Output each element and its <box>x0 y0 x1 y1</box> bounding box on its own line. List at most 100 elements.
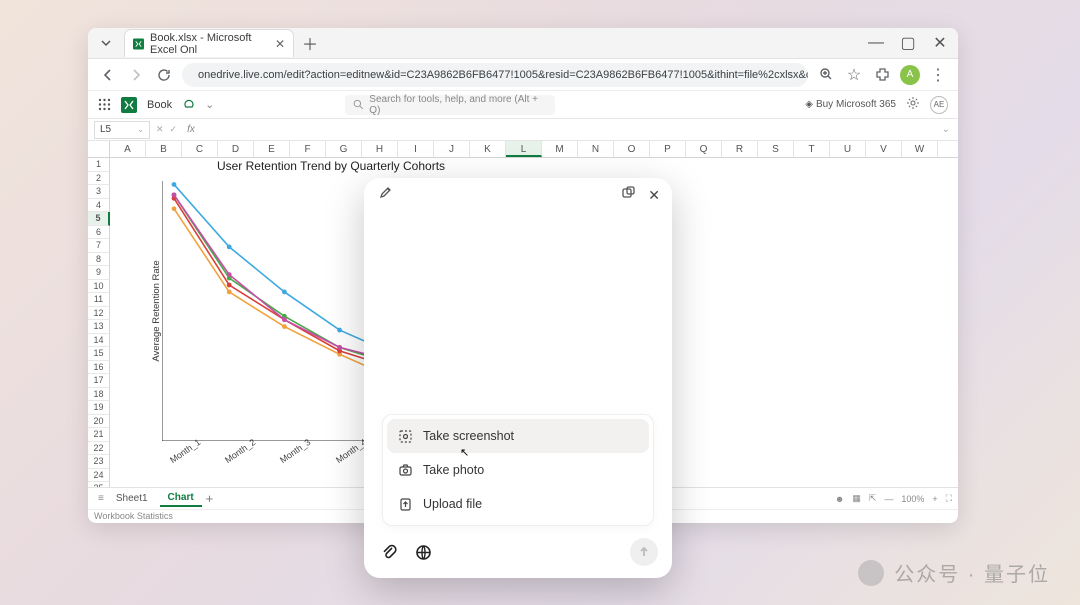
panel-popout-icon[interactable] <box>621 185 636 205</box>
row-header[interactable]: 2 <box>88 172 110 186</box>
col-header[interactable]: W <box>902 141 938 157</box>
new-tab-button[interactable]: ＋ <box>298 31 322 55</box>
doc-title[interactable]: Book <box>147 99 172 111</box>
profile-avatar[interactable]: A <box>900 65 920 85</box>
row-header[interactable]: 20 <box>88 415 110 429</box>
sheet-tab-chart[interactable]: Chart <box>160 490 202 507</box>
col-header[interactable]: C <box>182 141 218 157</box>
search-box[interactable]: Search for tools, help, and more (Alt + … <box>345 95 555 115</box>
menu-item-take-screenshot[interactable]: Take screenshot <box>387 419 649 453</box>
menu-label: Take photo <box>423 463 484 477</box>
fullscreen-icon[interactable]: ⛶ <box>946 493 952 504</box>
row-header[interactable]: 3 <box>88 185 110 199</box>
row-header[interactable]: 6 <box>88 226 110 240</box>
zoom-out-icon[interactable]: — <box>884 494 893 504</box>
settings-gear-icon[interactable] <box>906 96 920 113</box>
zoom-level[interactable]: 100% <box>901 494 924 504</box>
col-header[interactable]: T <box>794 141 830 157</box>
col-header[interactable]: N <box>578 141 614 157</box>
tab-selector[interactable] <box>94 33 118 53</box>
formula-expand-icon[interactable]: ⌄ <box>942 124 950 135</box>
fx-label[interactable]: fx <box>187 124 195 135</box>
col-header[interactable]: V <box>866 141 902 157</box>
name-box[interactable]: L5⌄ <box>94 121 150 139</box>
row-headers[interactable]: 1234567891011121314151617181920212223242… <box>88 158 110 487</box>
row-header[interactable]: 17 <box>88 374 110 388</box>
col-header[interactable]: O <box>614 141 650 157</box>
zoom-in-icon[interactable]: + <box>932 494 937 504</box>
formula-cancel-icon[interactable]: ✕ <box>156 124 164 135</box>
row-header[interactable]: 15 <box>88 347 110 361</box>
col-header[interactable]: A <box>110 141 146 157</box>
sheet-tab-sheet1[interactable]: Sheet1 <box>108 491 156 506</box>
extensions-icon[interactable] <box>872 65 892 85</box>
col-header[interactable]: S <box>758 141 794 157</box>
col-header[interactable]: L <box>506 141 542 157</box>
send-button[interactable] <box>630 538 658 566</box>
panel-edit-icon[interactable] <box>378 185 393 205</box>
row-header[interactable]: 16 <box>88 361 110 375</box>
panel-close-icon[interactable]: ✕ <box>648 187 660 204</box>
all-sheets-icon[interactable]: ≡ <box>98 493 104 504</box>
row-header[interactable]: 24 <box>88 469 110 483</box>
window-maximize-button[interactable]: ▢ <box>894 32 922 54</box>
col-header[interactable]: B <box>146 141 182 157</box>
row-header[interactable]: 21 <box>88 428 110 442</box>
col-header[interactable]: K <box>470 141 506 157</box>
window-close-button[interactable]: ✕ <box>926 32 954 54</box>
url-bar[interactable]: onedrive.live.com/edit?action=editnew&id… <box>182 63 808 87</box>
column-headers[interactable]: ABCDEFGHIJKLMNOPQRSTUVW <box>88 141 958 158</box>
col-header[interactable]: M <box>542 141 578 157</box>
col-header[interactable]: P <box>650 141 686 157</box>
col-header[interactable]: I <box>398 141 434 157</box>
col-header[interactable]: Q <box>686 141 722 157</box>
tab-close-icon[interactable]: ✕ <box>275 37 285 51</box>
ribbon-dropdown-icon[interactable]: ⌄ <box>205 98 214 111</box>
menu-item-take-photo[interactable]: Take photo <box>387 453 649 487</box>
row-header[interactable]: 23 <box>88 455 110 469</box>
row-header[interactable]: 4 <box>88 199 110 213</box>
row-header[interactable]: 11 <box>88 293 110 307</box>
browser-tab[interactable]: Book.xlsx - Microsoft Excel Onl ✕ <box>124 29 294 57</box>
formula-bar: L5⌄ ✕ ✓ fx ⌄ <box>88 119 958 141</box>
row-header[interactable]: 8 <box>88 253 110 267</box>
save-status-icon[interactable] <box>182 97 195 113</box>
window-minimize-button[interactable]: — <box>862 32 890 54</box>
row-header[interactable]: 19 <box>88 401 110 415</box>
globe-icon[interactable] <box>412 541 434 563</box>
buy-m365-link[interactable]: ◈Buy Microsoft 365 <box>805 99 896 110</box>
row-header[interactable]: 7 <box>88 239 110 253</box>
nav-forward-button[interactable] <box>126 65 146 85</box>
col-header[interactable]: E <box>254 141 290 157</box>
zoom-icon[interactable] <box>816 65 836 85</box>
col-header[interactable]: R <box>722 141 758 157</box>
row-header[interactable]: 18 <box>88 388 110 402</box>
formula-confirm-icon[interactable]: ✓ <box>170 124 178 135</box>
col-header[interactable]: G <box>326 141 362 157</box>
row-header[interactable]: 9 <box>88 266 110 280</box>
row-header[interactable]: 14 <box>88 334 110 348</box>
browser-menu-icon[interactable]: ⋮ <box>928 65 948 85</box>
row-header[interactable]: 22 <box>88 442 110 456</box>
row-header[interactable]: 1 <box>88 158 110 172</box>
col-header[interactable]: F <box>290 141 326 157</box>
app-launcher-icon[interactable] <box>98 98 111 111</box>
menu-item-upload-file[interactable]: Upload file <box>387 487 649 521</box>
col-header[interactable]: H <box>362 141 398 157</box>
account-avatar[interactable]: AE <box>930 96 948 114</box>
bookmark-star-icon[interactable]: ☆ <box>844 65 864 85</box>
attach-icon[interactable] <box>378 541 400 563</box>
row-header[interactable]: 10 <box>88 280 110 294</box>
feedback-icon[interactable]: ☻ <box>835 494 844 504</box>
nav-back-button[interactable] <box>98 65 118 85</box>
col-header[interactable]: U <box>830 141 866 157</box>
col-header[interactable]: J <box>434 141 470 157</box>
nav-reload-button[interactable] <box>154 65 174 85</box>
row-header[interactable]: 12 <box>88 307 110 321</box>
row-header[interactable]: 5 <box>88 212 110 226</box>
add-sheet-button[interactable]: + <box>206 491 214 506</box>
display-settings-icon[interactable]: ▦ <box>852 493 861 504</box>
link-icon[interactable]: ⇱ <box>869 493 877 504</box>
col-header[interactable]: D <box>218 141 254 157</box>
row-header[interactable]: 13 <box>88 320 110 334</box>
